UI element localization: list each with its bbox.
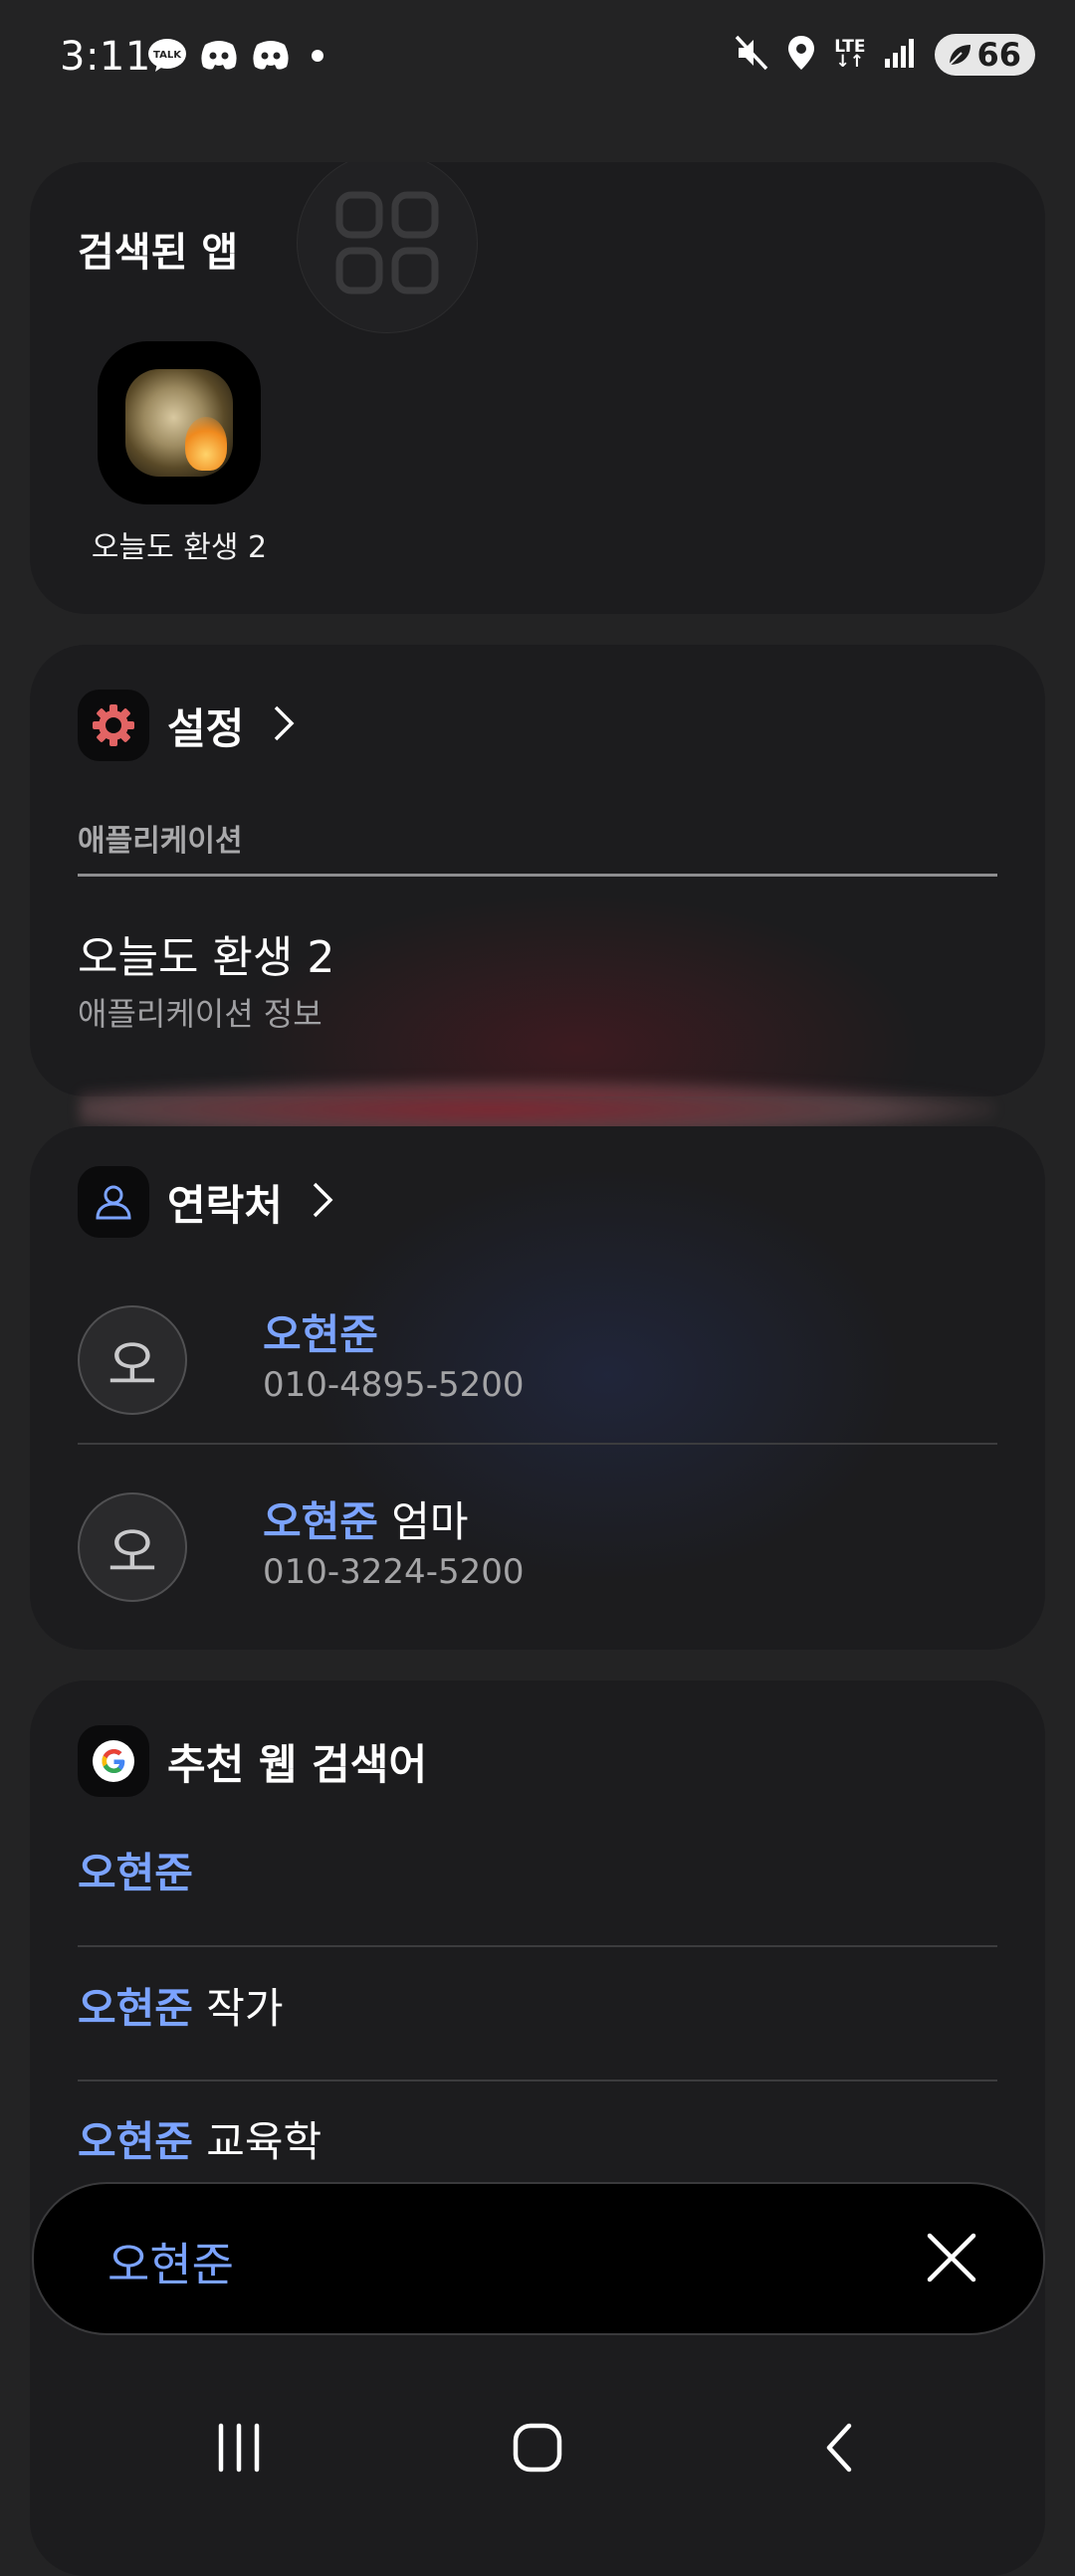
navigation-bar xyxy=(0,2368,1075,2507)
battery-indicator: 66 xyxy=(935,34,1035,76)
settings-result-subtitle: 애플리케이션 정보 xyxy=(78,995,322,1033)
contact-name: 오현준 엄마 xyxy=(263,1488,469,1549)
chevron-right-icon xyxy=(272,703,296,747)
name-rest: 엄마 xyxy=(377,1497,469,1546)
home-button[interactable] xyxy=(498,2408,577,2487)
contact-item[interactable]: 오 오현준 엄마 010-3224-5200 xyxy=(78,1453,997,1640)
suggestion-highlight: 오현준 xyxy=(78,1849,193,1897)
back-button[interactable] xyxy=(801,2408,881,2487)
svg-text:TALK: TALK xyxy=(153,50,182,61)
web-suggestions-title: 추천 웹 검색어 xyxy=(167,1739,428,1789)
suggestion-highlight: 오현준 xyxy=(78,2117,193,2166)
app-label: 오늘도 환생 2 xyxy=(91,530,268,565)
web-suggestion-item[interactable]: 오현준 작가 xyxy=(78,1975,284,2036)
clear-search-button[interactable] xyxy=(920,2226,983,2289)
settings-subheader: 애플리케이션 xyxy=(78,824,243,859)
settings-header[interactable]: 설정 xyxy=(78,690,296,761)
name-highlight: 오현준 xyxy=(263,1310,378,1359)
contacts-person-icon xyxy=(78,1166,149,1238)
contacts-title: 연락처 xyxy=(167,1180,283,1230)
status-time: 3:11 xyxy=(60,34,151,80)
google-icon xyxy=(78,1725,149,1797)
name-highlight: 오현준 xyxy=(263,1497,378,1546)
discord-icon xyxy=(251,39,291,77)
settings-gear-icon xyxy=(78,690,149,761)
close-icon xyxy=(927,2233,976,2282)
recents-button[interactable] xyxy=(199,2408,279,2487)
suggestion-rest: 작가 xyxy=(192,1984,284,2033)
chevron-right-icon xyxy=(311,1180,334,1224)
search-input[interactable]: 오현준 xyxy=(108,2229,234,2294)
recents-icon xyxy=(218,2423,260,2473)
contacts-header[interactable]: 연락처 xyxy=(78,1166,334,1238)
apps-result-card: 검색된 앱 오늘도 환생 2 xyxy=(30,162,1045,614)
discord-icon xyxy=(199,39,239,77)
contact-phone: 010-3224-5200 xyxy=(263,1552,525,1592)
system-icons: LTE ↓↑ 66 xyxy=(735,34,1035,76)
settings-result-title: 오늘도 환생 2 xyxy=(78,932,335,983)
divider xyxy=(78,1443,997,1445)
home-icon xyxy=(513,2423,562,2473)
app-launcher-button[interactable] xyxy=(98,341,261,504)
settings-result-card: 설정 애플리케이션 오늘도 환생 2 애플리케이션 정보 xyxy=(30,645,1045,1096)
divider xyxy=(78,874,997,877)
suggestion-rest: 교육학 xyxy=(192,2117,322,2166)
apps-card-title: 검색된 앱 xyxy=(78,230,239,276)
settings-title: 설정 xyxy=(167,703,245,753)
contacts-result-card: 연락처 오 오현준 010-4895-5200 오 오현준 엄마 010-322… xyxy=(30,1126,1045,1650)
mute-icon xyxy=(735,35,768,75)
dot-icon xyxy=(303,41,332,75)
avatar: 오 xyxy=(78,1305,187,1415)
avatar: 오 xyxy=(78,1492,187,1602)
signal-icon xyxy=(883,37,917,73)
web-suggestion-item[interactable]: 오현준 xyxy=(78,1840,193,1900)
game-app-icon xyxy=(125,369,233,477)
status-bar: 3:11 TALK LTE ↓↑ 66 xyxy=(0,0,1075,119)
web-suggestions-header: 추천 웹 검색어 xyxy=(78,1725,427,1797)
contact-item[interactable]: 오 오현준 010-4895-5200 xyxy=(78,1266,997,1453)
apps-grid-icon xyxy=(297,162,478,333)
search-bar[interactable]: 오현준 xyxy=(32,2182,1045,2335)
kakaotalk-icon: TALK xyxy=(147,38,187,78)
divider xyxy=(78,2080,997,2081)
back-icon xyxy=(826,2423,852,2473)
contact-name: 오현준 xyxy=(263,1301,378,1362)
divider xyxy=(78,1945,997,1947)
contact-phone: 010-4895-5200 xyxy=(263,1365,525,1405)
lte-indicator: LTE ↓↑ xyxy=(834,37,866,72)
battery-level: 66 xyxy=(976,36,1021,74)
notification-icons: TALK xyxy=(147,38,332,78)
web-suggestion-item[interactable]: 오현준 교육학 xyxy=(78,2108,322,2169)
network-type: LTE xyxy=(834,37,866,57)
location-icon xyxy=(786,34,816,76)
leaf-icon xyxy=(949,45,971,66)
suggestion-highlight: 오현준 xyxy=(78,1984,193,2033)
